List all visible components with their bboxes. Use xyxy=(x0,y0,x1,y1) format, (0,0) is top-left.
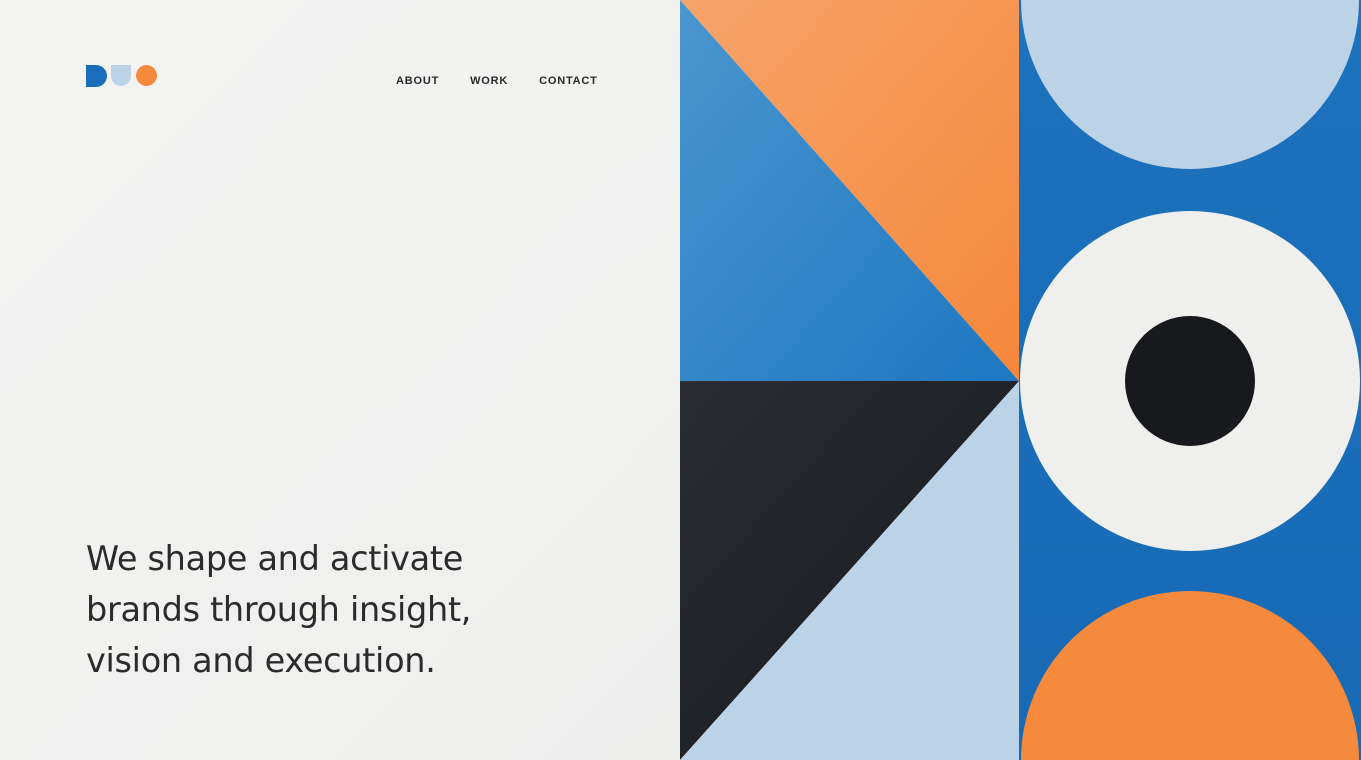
hero-line-2: brands through insight, xyxy=(86,590,472,629)
duo-logo[interactable] xyxy=(86,63,158,87)
hero-headline: We shape and activate brands through ins… xyxy=(86,533,556,686)
logo-u-shape xyxy=(111,65,131,86)
logo-d-shape xyxy=(86,65,107,87)
hero-line-1: We shape and activate xyxy=(86,539,464,578)
hero-line-3: vision and execution. xyxy=(86,641,436,680)
geometric-artwork xyxy=(680,0,1361,760)
logo-o-shape xyxy=(136,65,157,86)
nav-link-work[interactable]: WORK xyxy=(470,75,508,87)
black-circle xyxy=(1125,316,1255,446)
nav-link-contact[interactable]: CONTACT xyxy=(539,75,598,87)
nav-link-about[interactable]: ABOUT xyxy=(396,75,439,87)
page: ABOUT WORK CONTACT We shape and activate… xyxy=(0,0,1361,760)
hero-panel: ABOUT WORK CONTACT We shape and activate… xyxy=(0,0,680,760)
main-nav: ABOUT WORK CONTACT xyxy=(396,75,598,87)
